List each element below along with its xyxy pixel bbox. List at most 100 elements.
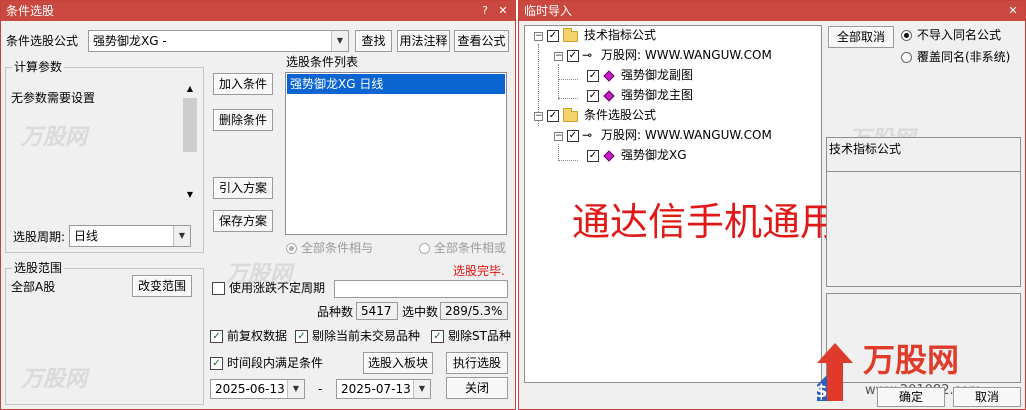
cancel-button[interactable]: 取消 — [953, 387, 1021, 407]
formula-select-value: 强势御龙XG - — [93, 34, 167, 48]
remove-st-label: 剔除ST品种 — [448, 329, 511, 343]
params-scrollbar[interactable]: ▲ ▼ — [182, 82, 198, 202]
tree-line — [558, 79, 578, 80]
view-formula-button[interactable]: 查看公式 — [454, 30, 509, 52]
left-window-title: 条件选股 — [6, 4, 55, 18]
key-icon: ⊸ — [582, 128, 593, 142]
params-group-label: 计算参数 — [12, 60, 65, 74]
search-button[interactable]: 查找 — [355, 30, 392, 52]
save-plan-button[interactable]: 保存方案 — [213, 210, 273, 232]
cancel-all-button[interactable]: 全部取消 — [828, 26, 894, 48]
help-icon[interactable]: ? — [477, 1, 493, 21]
pre-adjust-label: 前复权数据 — [227, 329, 288, 343]
tree-item-label[interactable]: 技术指标公式 — [584, 27, 656, 43]
execute-select-button[interactable]: 执行选股 — [446, 352, 508, 374]
range-group-label: 选股范围 — [12, 261, 65, 275]
condition-list-item[interactable]: 强势御龙XG 日线 — [287, 74, 505, 94]
no-params-text: 无参数需要设置 — [11, 91, 96, 105]
key-icon: ⊸ — [582, 48, 593, 62]
count-value: 5417 — [361, 304, 392, 318]
tree-item-label[interactable]: 强势御龙主图 — [621, 87, 693, 103]
radio-all-and[interactable] — [286, 243, 297, 254]
condition-stock-window: 条件选股 ? ✕ 万股网 万股网 万股网 万股网 条件选股公式 强势御龙XG -… — [0, 0, 516, 410]
tree-checkbox[interactable]: ✓ — [567, 50, 579, 62]
date-separator: - — [318, 382, 323, 396]
import-plan-button[interactable]: 引入方案 — [213, 177, 273, 199]
close-icon[interactable]: ✕ — [495, 1, 511, 21]
range-value: 全部A股 — [11, 280, 56, 294]
tree-item-label[interactable]: 万股网: WWW.WANGUW.COM — [601, 127, 772, 143]
collapse-icon[interactable]: − — [554, 132, 563, 141]
use-irregular-period-checkbox[interactable] — [212, 282, 225, 295]
add-condition-button[interactable]: 加入条件 — [213, 73, 273, 95]
chevron-down-icon[interactable]: ▼ — [331, 31, 348, 51]
close-button[interactable]: 关闭 — [446, 377, 508, 399]
date-to-value: 2025-07-13 — [341, 382, 411, 396]
condition-list-label: 选股条件列表 — [286, 55, 359, 69]
tree-item-label[interactable]: 条件选股公式 — [584, 107, 656, 123]
chevron-down-icon[interactable]: ▼ — [413, 380, 430, 398]
time-range-label: 时间段内满足条件 — [227, 356, 324, 370]
tree-checkbox[interactable]: ✓ — [587, 70, 599, 82]
tree-item-label[interactable]: 万股网: WWW.WANGUW.COM — [601, 47, 772, 63]
irregular-period-input[interactable] — [334, 280, 508, 298]
formula-icon — [603, 150, 615, 162]
info-divider — [826, 171, 1021, 172]
tree-checkbox[interactable]: ✓ — [547, 110, 559, 122]
collapse-icon[interactable]: − — [534, 112, 543, 121]
change-range-button[interactable]: 改变范围 — [132, 275, 192, 297]
use-irregular-period-label: 使用涨跌不定周期 — [229, 281, 326, 295]
date-from-select[interactable]: 2025-06-13 ▼ — [210, 379, 305, 399]
selected-value-box: 289/5.3% — [440, 302, 508, 320]
collapse-icon[interactable]: − — [554, 52, 563, 61]
select-to-block-button[interactable]: 选股入板块 — [363, 352, 433, 374]
tree-checkbox[interactable]: ✓ — [547, 30, 559, 42]
collapse-icon[interactable]: − — [534, 32, 543, 41]
radio-no-import[interactable] — [901, 30, 912, 41]
scroll-thumb[interactable] — [183, 98, 197, 152]
tree-item-label[interactable]: 强势御龙XG — [621, 147, 687, 163]
tree-checkbox[interactable]: ✓ — [587, 90, 599, 102]
logo-text: 万股网 — [863, 341, 960, 379]
formula-select[interactable]: 强势御龙XG - ▼ — [88, 30, 349, 52]
remove-untraded-checkbox[interactable]: ✓ — [295, 330, 308, 343]
logo-arrow-icon: $ — [815, 343, 853, 402]
tree-line — [558, 64, 559, 100]
tree-checkbox[interactable]: ✓ — [567, 130, 579, 142]
chevron-down-icon[interactable]: ▼ — [287, 380, 304, 398]
period-select-value: 日线 — [74, 229, 99, 243]
delete-condition-button[interactable]: 删除条件 — [213, 109, 273, 131]
condition-list[interactable]: 强势御龙XG 日线 — [285, 72, 507, 235]
radio-overwrite[interactable] — [901, 52, 912, 63]
tree-line — [558, 144, 559, 161]
selected-value: 289/5.3% — [445, 304, 503, 318]
info-text: 技术指标公式 — [829, 142, 902, 156]
time-range-checkbox[interactable]: ✓ — [210, 357, 223, 370]
right-title-bar: 临时导入 ✕ — [519, 1, 1025, 21]
radio-all-and-label: 全部条件相与 — [301, 241, 374, 255]
selected-label: 选中数 — [402, 305, 439, 319]
chevron-down-icon[interactable]: ▼ — [173, 226, 190, 246]
status-text: 选股完毕. — [453, 264, 505, 278]
radio-all-or[interactable] — [419, 243, 430, 254]
period-label: 选股周期: — [13, 230, 66, 244]
usage-notes-button[interactable]: 用法注释 — [397, 30, 450, 52]
right-window-title: 临时导入 — [524, 4, 573, 18]
remove-st-checkbox[interactable]: ✓ — [431, 330, 444, 343]
date-from-value: 2025-06-13 — [215, 382, 285, 396]
remove-untraded-label: 剔除当前未交易品种 — [312, 329, 421, 343]
scroll-up-icon[interactable]: ▲ — [182, 82, 198, 96]
period-select[interactable]: 日线 ▼ — [69, 225, 191, 247]
formula-tree[interactable]: − ✓ 技术指标公式 − ✓ ⊸ 万股网: WWW.WANGUW.COM ✓ 强… — [524, 25, 838, 383]
formula-label: 条件选股公式 — [6, 34, 79, 48]
ok-button[interactable]: 确定 — [877, 387, 945, 407]
temp-import-window: 临时导入 ✕ 万股网 万股网 万股网 − ✓ 技术指标公式 − ✓ ⊸ 万股网:… — [518, 0, 1026, 410]
date-to-select[interactable]: 2025-07-13 ▼ — [336, 379, 431, 399]
formula-icon — [603, 70, 615, 82]
tree-item-label[interactable]: 强势御龙副图 — [621, 67, 693, 83]
pre-adjust-checkbox[interactable]: ✓ — [210, 330, 223, 343]
scroll-down-icon[interactable]: ▼ — [182, 188, 198, 202]
tree-checkbox[interactable]: ✓ — [587, 150, 599, 162]
close-icon[interactable]: ✕ — [1005, 1, 1021, 21]
radio-overwrite-label: 覆盖同名(非系统) — [917, 50, 1011, 64]
